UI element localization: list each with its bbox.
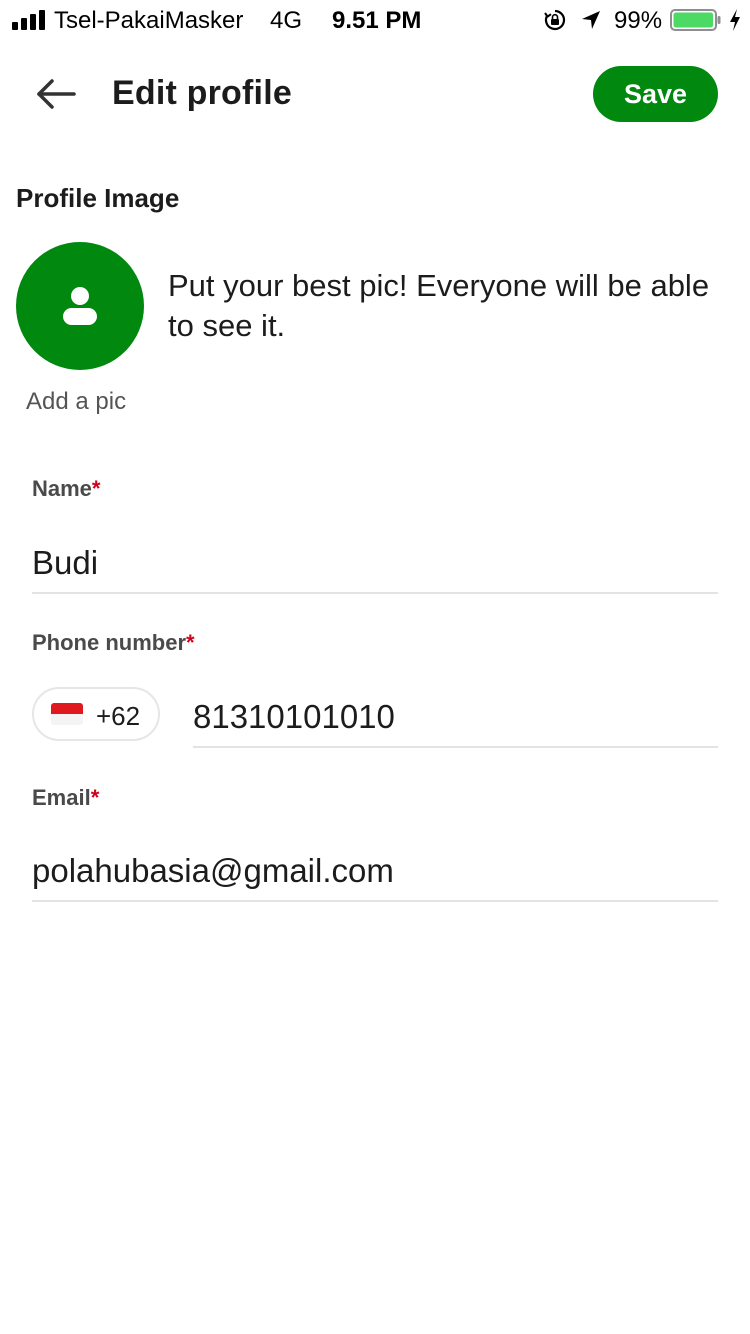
profile-image-hint: Put your best pic! Everyone will be able…	[168, 268, 710, 343]
add-pic-caption[interactable]: Add a pic	[26, 388, 126, 416]
charging-bolt-icon	[730, 9, 740, 31]
back-arrow-icon	[37, 79, 76, 109]
rotation-lock-icon	[544, 9, 566, 31]
save-button[interactable]: Save	[593, 66, 718, 122]
battery-icon	[670, 9, 721, 31]
signal-icon	[12, 10, 48, 30]
phone-input[interactable]	[193, 688, 718, 748]
profile-image-title: Profile Image	[16, 183, 180, 213]
location-arrow-icon	[582, 11, 600, 29]
carrier-name: Tsel-PakaiMasker	[54, 7, 244, 34]
avatar-upload[interactable]	[16, 242, 144, 370]
required-mark: *	[186, 630, 195, 655]
email-input[interactable]	[32, 842, 718, 902]
page-title: Edit profile	[112, 74, 292, 112]
person-icon	[63, 287, 97, 325]
email-label-text: Email	[32, 785, 91, 810]
name-label: Name*	[32, 476, 100, 502]
country-code-selector[interactable]: +62	[32, 687, 160, 741]
name-input[interactable]	[32, 534, 718, 594]
status-bar: Tsel-PakaiMasker 4G 9.51 PM 99%	[0, 0, 750, 40]
required-mark: *	[91, 476, 101, 501]
network-type: 4G	[270, 7, 303, 34]
name-label-text: Name	[32, 476, 92, 501]
email-label: Email*	[32, 785, 99, 811]
phone-label: Phone number*	[32, 630, 195, 656]
back-button[interactable]	[30, 72, 82, 116]
phone-label-text: Phone number	[32, 630, 187, 655]
status-time: 9.51 PM	[332, 7, 422, 34]
dial-code: +62	[96, 701, 141, 731]
battery-percent: 99%	[614, 7, 663, 34]
indonesia-flag-icon	[51, 703, 83, 725]
required-mark: *	[90, 785, 100, 810]
